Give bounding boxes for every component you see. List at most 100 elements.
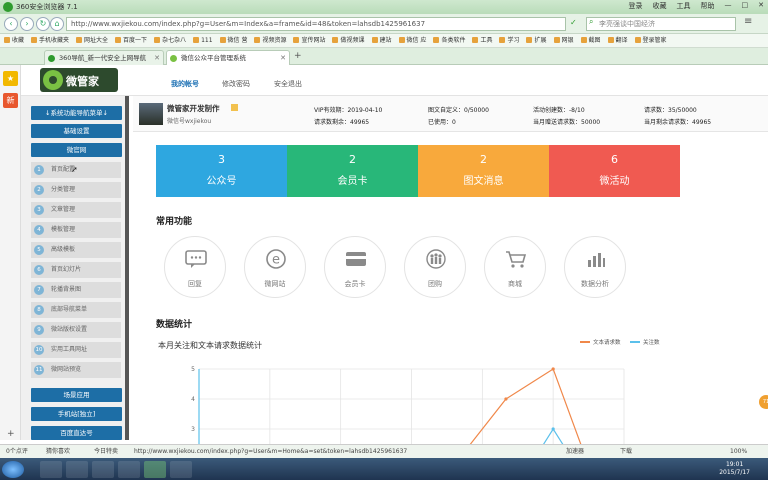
add-icon[interactable]: + (7, 429, 15, 439)
tools-menu[interactable]: 工具 (677, 1, 691, 11)
taskbar-app[interactable] (66, 461, 88, 478)
bookmark[interactable]: 做视频课 (332, 34, 364, 47)
data-point[interactable] (551, 427, 555, 431)
forward-icon[interactable]: › (20, 17, 34, 31)
login-menu[interactable]: 登录 (629, 1, 643, 11)
scene-apps-button[interactable]: 场景应用 (31, 388, 122, 402)
bookmark[interactable]: 扩展 (526, 34, 546, 47)
sidebar-item-slideshow[interactable]: 6 首页幻灯片 (31, 262, 121, 278)
stat-news[interactable]: 2 图文消息 (418, 145, 549, 197)
minimize-icon[interactable]: — (725, 1, 732, 11)
stats-section-title: 数据统计 (156, 320, 193, 330)
stat-activities[interactable]: 6 微活动 (549, 145, 680, 197)
func-data-analysis[interactable]: 数据分析 (564, 236, 626, 298)
tab-favicon-icon (170, 55, 177, 62)
data-point[interactable] (551, 367, 555, 371)
taskbar-app[interactable] (40, 461, 62, 478)
wechat-id: 微信号wxjiekou (167, 118, 212, 125)
guess-you-like[interactable]: 猜你喜欢 (46, 445, 70, 458)
windows-taskbar (0, 458, 768, 480)
bookmark[interactable]: 翻译 (608, 34, 628, 47)
stat-accounts[interactable]: 3 公众号 (156, 145, 287, 197)
bookmark[interactable]: 各类软件 (433, 34, 465, 47)
comments-count[interactable]: 0个点评 (6, 445, 28, 458)
sidebar-item-articles[interactable]: 3 文章管理 (31, 202, 121, 218)
bookmark[interactable]: 截图 (581, 34, 601, 47)
bookmark[interactable]: 网址大全 (76, 34, 108, 47)
func-group-buy[interactable]: 团购 (404, 236, 466, 298)
taskbar-browser[interactable] (144, 461, 166, 478)
bookmark[interactable]: 建站 (372, 34, 392, 47)
sidebar-item-templates[interactable]: 4 模板管理 (31, 222, 121, 238)
data-point[interactable] (504, 397, 508, 401)
system-clock[interactable]: 19:01 2015/7/17 (719, 461, 750, 477)
back-icon[interactable]: ‹ (4, 17, 18, 31)
url-input[interactable]: http://www.wxjiekou.com/index.php?g=User… (66, 17, 566, 31)
maximize-icon[interactable]: □ (742, 1, 749, 11)
nav-logout[interactable]: 安全退出 (274, 79, 302, 89)
close-tab-icon[interactable]: ✕ (154, 51, 160, 65)
bookmark[interactable]: 111 (193, 34, 212, 47)
bookmark[interactable]: 登录管家 (635, 34, 667, 47)
sidebar-item-preview[interactable]: 11 微网站预览 (31, 362, 121, 378)
legend-followers[interactable]: 关注数 (643, 338, 660, 346)
bookmark[interactable]: 学习 (499, 34, 519, 47)
nav-change-password[interactable]: 修改密码 (222, 79, 250, 89)
micro-site-button[interactable]: 微官网 (31, 143, 122, 157)
zoom-level[interactable]: 100% (730, 445, 747, 458)
sidebar-item-bottom-nav[interactable]: 8 底部导航菜单 (31, 302, 121, 318)
star-icon[interactable]: ★ (3, 71, 18, 86)
search-input[interactable]: 李亮强谈中国经济 (586, 17, 736, 31)
home-icon[interactable]: ⌂ (50, 17, 64, 31)
sidebar-item-category[interactable]: 2 分类管理 (31, 182, 121, 198)
help-menu[interactable]: 帮助 (701, 1, 715, 11)
bookmark[interactable]: 工具 (472, 34, 492, 47)
activities-created: 活动创建数：-8/10 (533, 107, 585, 114)
func-microsite[interactable]: e 微网站 (244, 236, 306, 298)
accelerator[interactable]: 加速器 (566, 445, 584, 458)
mobile-site-button[interactable]: 手机站[独立] (31, 407, 122, 421)
downloads[interactable]: 下载 (620, 445, 632, 458)
sidebar-item-copyright[interactable]: 9 微站版权设置 (31, 322, 121, 338)
func-reply[interactable]: 回复 (164, 236, 226, 298)
stat-member-cards[interactable]: 2 会员卡 (287, 145, 418, 197)
basic-settings-button[interactable]: 基础设置 (31, 124, 122, 138)
request-count: 请求数：35/50000 (644, 107, 697, 114)
bookmark[interactable]: 收藏 (4, 34, 24, 47)
func-member-card[interactable]: 会员卡 (324, 236, 386, 298)
tab-360-nav[interactable]: 360导航_新一代安全上网导航 ✕ (44, 50, 164, 65)
start-button[interactable] (2, 461, 24, 478)
news-icon[interactable]: 新 (3, 93, 18, 108)
favorites-menu[interactable]: 收藏 (653, 1, 667, 11)
sidebar-item-advanced-templates[interactable]: 5 高级模板 (31, 242, 121, 258)
bookmark[interactable]: 杂七杂八 (154, 34, 186, 47)
system-nav-header[interactable]: ↓系统功能导航菜单↓ (31, 106, 122, 120)
tab-wechat-admin[interactable]: 微信公众平台管理系统 ✕ (166, 50, 290, 65)
bookmark[interactable]: 百度一下 (115, 34, 147, 47)
browser-title-bar: 360安全浏览器 7.1 登录 收藏 工具 帮助 — □ ✕ (0, 0, 768, 14)
new-tab-icon[interactable]: + (294, 51, 302, 61)
legend-text-requests[interactable]: 文本请求数 (593, 338, 621, 346)
close-tab-icon[interactable]: ✕ (280, 51, 286, 65)
baidu-direct-button[interactable]: 百度直达号 (31, 426, 122, 440)
taskbar-app[interactable] (92, 461, 114, 478)
taskbar-app[interactable] (118, 461, 140, 478)
bookmark[interactable]: 微信 营 (220, 34, 248, 47)
search-icon: ⌕ (589, 17, 594, 26)
today-sale[interactable]: 今日特卖 (94, 445, 118, 458)
menu-icon[interactable]: ≡ (744, 16, 752, 27)
sidebar-item-carousel-bg[interactable]: 7 轮播背景图 (31, 282, 121, 298)
taskbar-app[interactable] (170, 461, 192, 478)
bookmark[interactable]: 网银 (554, 34, 574, 47)
bookmark[interactable]: 微信 应 (399, 34, 427, 47)
close-icon[interactable]: ✕ (758, 1, 764, 11)
bookmark[interactable]: 宣传网站 (293, 34, 325, 47)
floating-badge[interactable]: 71 (759, 395, 768, 409)
sidebar-item-tools[interactable]: 10 实用工具网址 (31, 342, 121, 358)
refresh-icon[interactable]: ↻ (36, 17, 50, 31)
bookmark[interactable]: 视频资源 (254, 34, 286, 47)
security-icon[interactable]: ✓ (570, 18, 577, 27)
nav-my-account[interactable]: 我的帐号 (171, 79, 199, 89)
bookmark[interactable]: 手机收藏夹 (31, 34, 69, 47)
func-mall[interactable]: 商城 (484, 236, 546, 298)
